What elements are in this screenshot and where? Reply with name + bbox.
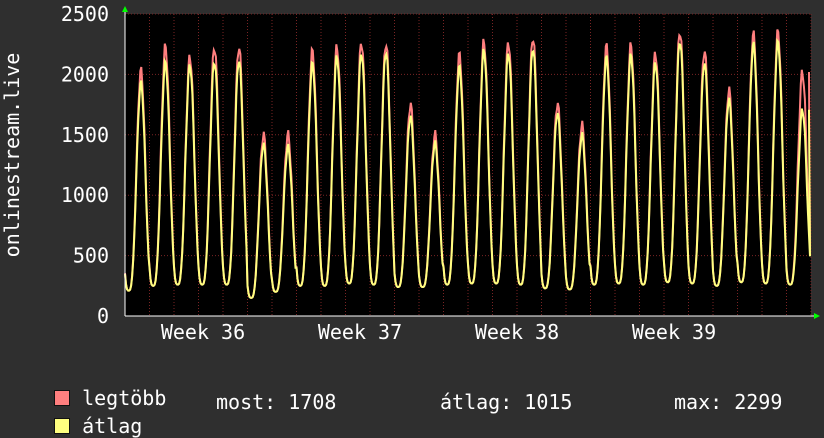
stat-max-label: max: <box>674 390 723 414</box>
y-tick-label: 1000 <box>61 183 109 207</box>
y-tick-label: 0 <box>97 304 109 328</box>
x-axis-arrow-icon <box>814 313 820 319</box>
stat-avg-value: 1015 <box>524 390 573 414</box>
stat-avg-label: átlag: <box>440 390 513 414</box>
stat-now-label: most: <box>216 390 277 414</box>
stat-avg: átlag: 1015 <box>440 390 572 414</box>
legend-item-avg: átlag <box>30 390 142 438</box>
stat-max-value: 2299 <box>734 390 783 414</box>
stat-max: max: 2299 <box>674 390 782 414</box>
stat-now: most: 1708 <box>216 390 336 414</box>
y-tick-label: 2000 <box>61 62 109 86</box>
x-tick-label: Week 37 <box>318 320 402 344</box>
x-tick-label: Week 36 <box>161 320 245 344</box>
y-axis-arrow-icon <box>122 6 128 12</box>
y-axis-label: onlinestream.live <box>0 53 24 258</box>
x-tick-label: Week 39 <box>632 320 716 344</box>
stat-now-value: 1708 <box>288 390 337 414</box>
legend-swatch-avg <box>54 418 71 434</box>
y-tick-label: 2500 <box>61 2 109 26</box>
y-tick-label: 500 <box>73 244 109 268</box>
y-tick-label: 1500 <box>61 123 109 147</box>
x-tick-label: Week 38 <box>475 320 559 344</box>
legend-label-avg: átlag <box>82 414 143 438</box>
